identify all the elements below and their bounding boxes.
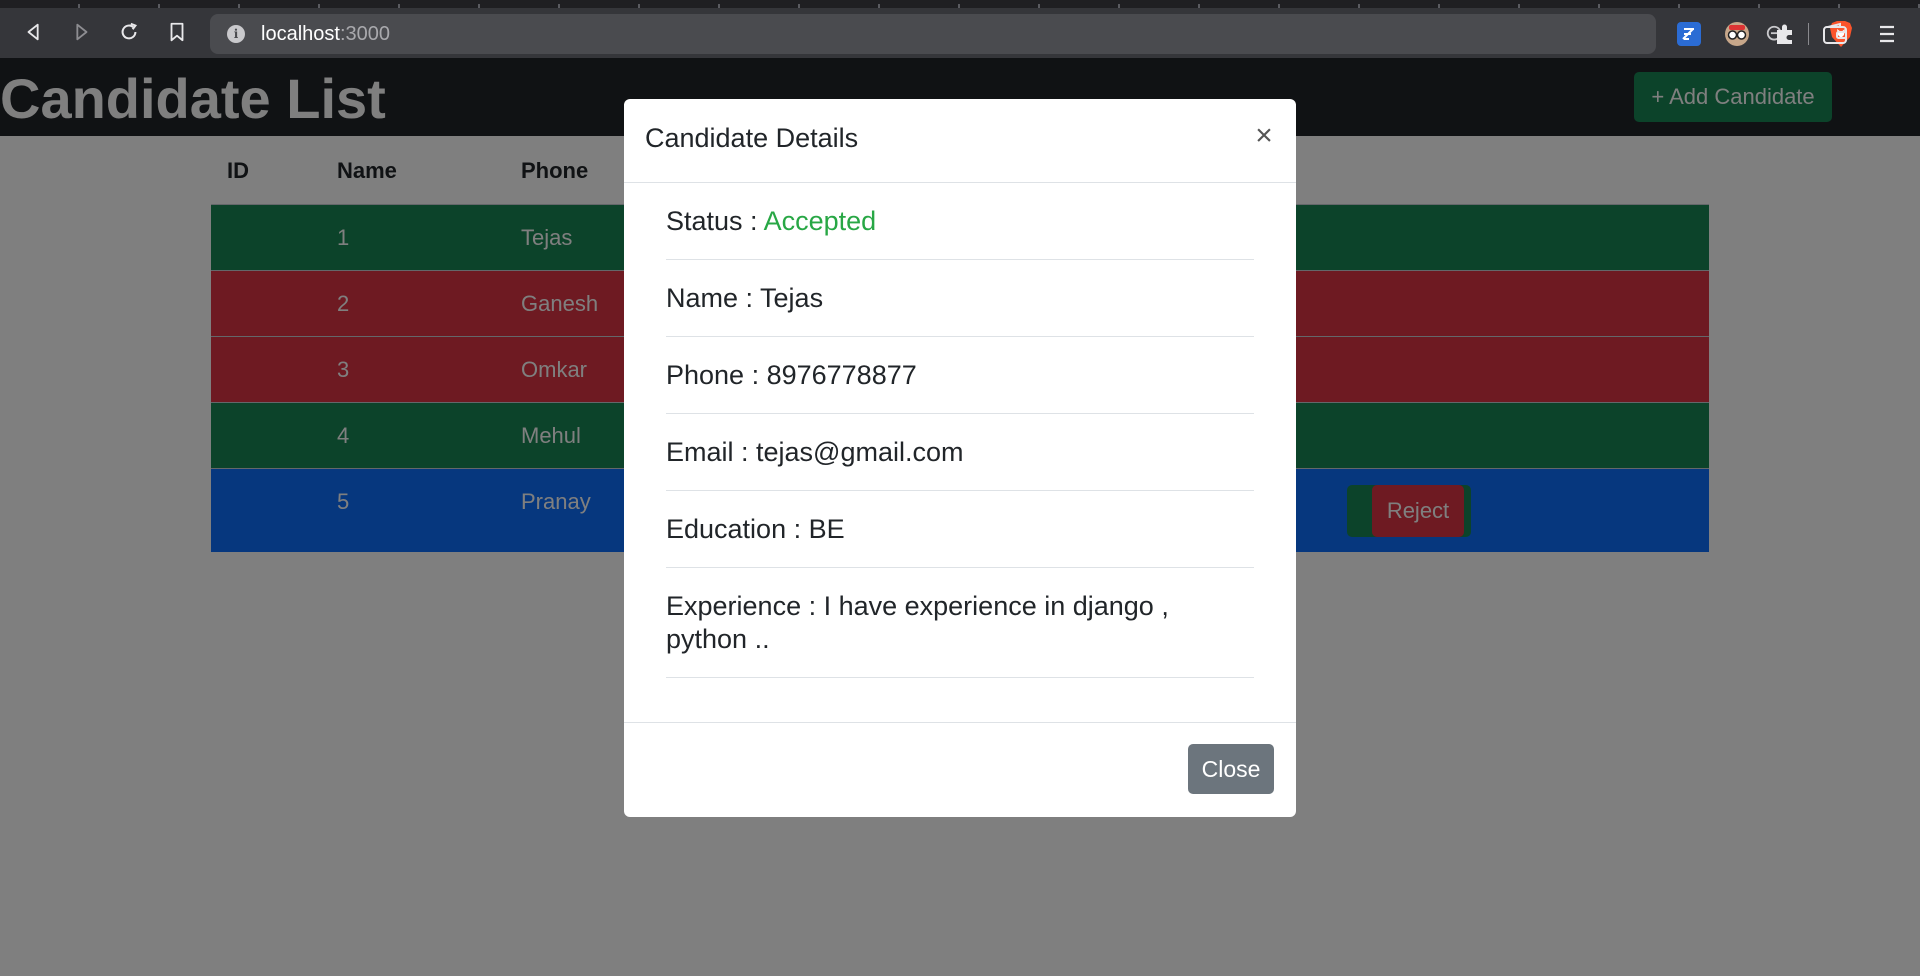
- bookmark-icon: [170, 22, 184, 42]
- tab-strip: [0, 4, 1920, 8]
- url-text[interactable]: localhost:3000: [261, 23, 390, 46]
- docs-extension-icon[interactable]: [1675, 20, 1703, 48]
- browser-toolbar: i localhost:3000: [0, 0, 1920, 58]
- address-bar[interactable]: i localhost:3000: [210, 14, 1852, 54]
- status-value: Accepted: [763, 206, 877, 236]
- extensions-puzzle-icon[interactable]: [1771, 20, 1799, 48]
- detail-experience: Experience : I have experience in django…: [666, 568, 1254, 678]
- url-port: :3000: [339, 23, 390, 45]
- detail-status: Status : Accepted: [666, 183, 1254, 260]
- bookmark-button[interactable]: [163, 18, 191, 46]
- back-button[interactable]: [20, 18, 48, 46]
- close-icon[interactable]: ×: [1252, 121, 1276, 151]
- reload-icon: [121, 22, 138, 40]
- modal-footer: Close: [624, 722, 1296, 817]
- modal-header: Candidate Details ×: [624, 99, 1296, 183]
- status-label: Status :: [666, 206, 764, 236]
- detail-email: Email : tejas@gmail.com: [666, 414, 1254, 491]
- site-info-icon[interactable]: i: [227, 25, 245, 43]
- reload-button[interactable]: [115, 18, 143, 46]
- omnibox-divider: [1808, 23, 1809, 45]
- candidate-details-modal: Candidate Details × Status : Accepted Na…: [624, 99, 1296, 817]
- detail-phone: Phone : 8976778877: [666, 337, 1254, 414]
- url-host: localhost: [261, 23, 340, 45]
- detail-name: Name : Tejas: [666, 260, 1254, 337]
- close-button[interactable]: Close: [1188, 744, 1274, 794]
- detail-education: Education : BE: [666, 491, 1254, 568]
- forward-button[interactable]: [67, 18, 95, 46]
- detail-list: Status : Accepted Name : Tejas Phone : 8…: [666, 183, 1254, 678]
- modal-title: Candidate Details: [645, 123, 859, 153]
- menu-icon[interactable]: [1873, 20, 1901, 48]
- forward-icon: [76, 23, 88, 41]
- glasses-extension-icon[interactable]: [1723, 20, 1751, 48]
- back-icon: [27, 23, 39, 41]
- wallet-icon[interactable]: [1821, 20, 1849, 48]
